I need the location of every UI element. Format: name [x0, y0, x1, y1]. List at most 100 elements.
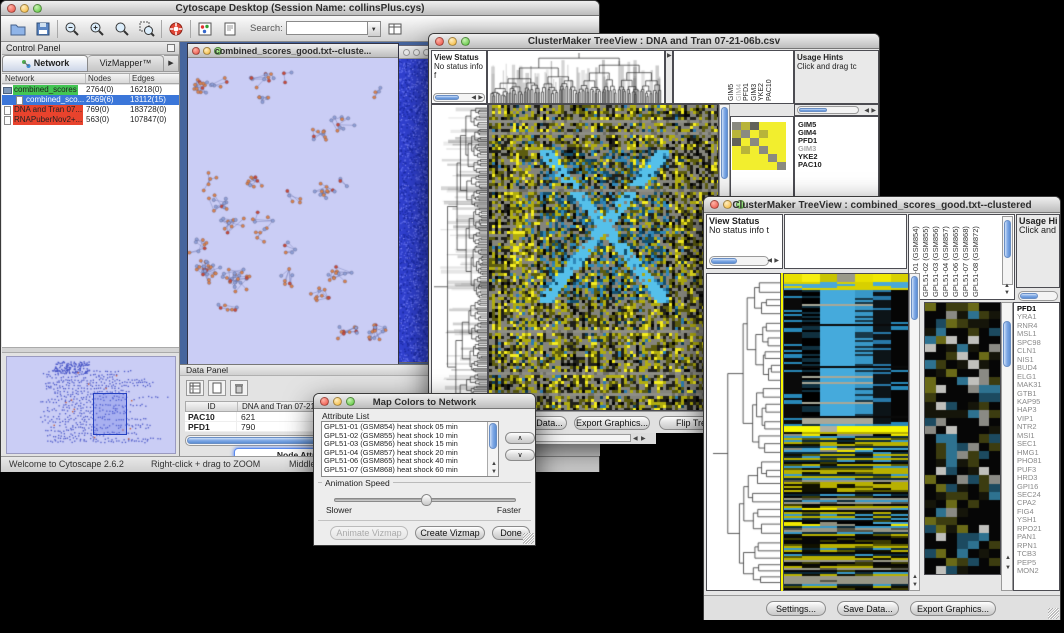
matrix-cell[interactable] — [759, 162, 768, 170]
search-input[interactable] — [286, 21, 368, 35]
network-list-item[interactable]: combined_sco...2569(6)13112(15) — [2, 95, 179, 105]
tv2-row-dendrogram[interactable] — [706, 273, 781, 591]
network-window-1[interactable]: combined_scores_good.txt--cluste... — [187, 43, 399, 365]
matrix-cell[interactable] — [750, 138, 759, 146]
matrix-cell[interactable] — [741, 122, 750, 130]
tv1-heatmap[interactable] — [488, 104, 719, 411]
tv2-vscrollbar[interactable]: ▲ ▼ — [909, 273, 920, 591]
matrix-cell[interactable] — [732, 130, 741, 138]
scroll-up-icon[interactable]: ▲ — [1004, 283, 1010, 289]
resize-grip[interactable] — [523, 533, 534, 544]
tv2-heatmap[interactable] — [783, 273, 909, 591]
tab-network[interactable]: Network — [2, 55, 88, 72]
scroll-left-icon[interactable]: ◀ — [864, 108, 869, 114]
delete-attribute-icon[interactable] — [230, 380, 248, 396]
panel-splitter[interactable] — [2, 347, 179, 353]
matrix-cell[interactable] — [750, 130, 759, 138]
matrix-cell[interactable] — [732, 122, 741, 130]
id-column-header[interactable]: ID — [186, 402, 238, 411]
matrix-cell[interactable] — [768, 162, 777, 170]
scroll-right-icon[interactable]: ▶ — [871, 108, 876, 114]
strip-arrow-icon[interactable]: ▶ — [667, 53, 672, 59]
matrix-cell[interactable] — [750, 162, 759, 170]
matrix-cell[interactable] — [750, 146, 759, 154]
vscroll-thumb[interactable] — [1004, 220, 1011, 258]
matrix-cell[interactable] — [777, 154, 786, 162]
move-down-button[interactable]: ∨ — [505, 449, 535, 461]
tv1-hints-scrollbar[interactable] — [797, 106, 859, 114]
scroll-right-icon[interactable]: ▶ — [774, 258, 779, 264]
zoom-fit-icon[interactable] — [111, 19, 133, 39]
tv1-summary-matrix[interactable] — [732, 122, 786, 170]
scroll-down-icon[interactable]: ▼ — [1004, 290, 1010, 296]
vscroll-thumb[interactable] — [489, 423, 497, 449]
treeview2-titlebar[interactable]: ClusterMaker TreeView : combined_scores_… — [704, 197, 1060, 213]
hscroll-thumb[interactable] — [711, 258, 737, 264]
tv1-column-dendrogram[interactable] — [487, 50, 665, 104]
close-icon[interactable] — [403, 49, 410, 56]
hscroll-thumb[interactable] — [435, 95, 459, 100]
matrix-cell[interactable] — [768, 146, 777, 154]
matrix-cell[interactable] — [777, 122, 786, 130]
zoom-out-icon[interactable] — [61, 19, 83, 39]
tv2-heatmap-canvas[interactable] — [784, 274, 908, 590]
matrix-cell[interactable] — [741, 146, 750, 154]
create-vizmap-button[interactable]: Create Vizmap — [415, 526, 485, 540]
resize-grip[interactable] — [1048, 608, 1059, 619]
scroll-left-icon[interactable]: ◀ — [471, 95, 476, 101]
matrix-cell[interactable] — [732, 162, 741, 170]
tv2-status-scrollbar[interactable] — [709, 256, 769, 266]
vscroll-thumb[interactable] — [721, 107, 728, 179]
tv2-row-tree-canvas[interactable] — [707, 274, 780, 590]
tab-overflow-icon[interactable]: ▶ — [164, 55, 179, 72]
matrix-cell[interactable] — [768, 138, 777, 146]
move-up-button[interactable]: ∧ — [505, 432, 535, 444]
hscroll-thumb[interactable] — [799, 108, 827, 112]
tv1-row-dendrogram[interactable] — [431, 104, 488, 411]
vscroll-thumb[interactable] — [1003, 321, 1011, 367]
tv2-export-graphics-button[interactable]: Export Graphics... — [910, 601, 996, 616]
matrix-cell[interactable] — [759, 146, 768, 154]
hscroll-thumb[interactable] — [1020, 293, 1038, 299]
annotation-icon[interactable] — [219, 19, 241, 39]
scroll-left-icon[interactable]: ◀ — [767, 258, 772, 264]
network-window-1-titlebar[interactable]: combined_scores_good.txt--cluste... — [188, 44, 398, 58]
scroll-down-icon[interactable]: ▼ — [1005, 565, 1011, 571]
matrix-cell[interactable] — [759, 122, 768, 130]
matrix-cell[interactable] — [777, 138, 786, 146]
matrix-cell[interactable] — [741, 130, 750, 138]
scroll-up-icon[interactable]: ▲ — [912, 574, 918, 580]
matrix-cell[interactable] — [777, 162, 786, 170]
tv2-save-data-button[interactable]: Save Data... — [837, 601, 899, 616]
tv1-export-graphics-button[interactable]: Export Graphics... — [574, 416, 650, 430]
matrix-cell[interactable] — [750, 122, 759, 130]
tab-vizmapper[interactable]: VizMapper™ — [88, 55, 164, 72]
slider-thumb[interactable] — [421, 494, 432, 506]
network-list-item[interactable]: DNA and Tran 07...769(0)183728(0) — [2, 105, 179, 115]
animate-vizmap-button[interactable]: Animate Vizmap — [330, 526, 408, 540]
save-session-icon[interactable] — [32, 19, 54, 39]
tv1-heatmap-canvas[interactable] — [489, 105, 718, 410]
tv2-gene-scrollbar[interactable]: ▲ ▼ — [1001, 302, 1013, 591]
network-overview-canvas[interactable] — [7, 357, 175, 453]
network-overview-panel[interactable] — [6, 356, 176, 454]
scroll-left-icon[interactable]: ◀ — [633, 436, 638, 442]
column-header-edges[interactable]: Edges — [130, 74, 179, 83]
matrix-cell[interactable] — [741, 162, 750, 170]
overview-viewport-rect[interactable] — [93, 393, 127, 435]
attribute-item[interactable]: GPL51-07 (GSM868) heat shock 60 min — [324, 466, 498, 475]
help-ring-icon[interactable] — [165, 19, 187, 39]
scroll-down-icon[interactable]: ▼ — [491, 469, 497, 475]
select-attributes-icon[interactable] — [186, 380, 204, 396]
tv1-column-tree-canvas[interactable] — [488, 51, 664, 103]
float-panel-icon[interactable] — [167, 44, 175, 52]
tv2-zoom-heatmap[interactable] — [924, 302, 1001, 575]
search-combobox[interactable]: ▼ — [286, 21, 381, 37]
attribute-browser-icon[interactable] — [384, 19, 406, 39]
scroll-right-icon[interactable]: ▶ — [478, 95, 483, 101]
network-canvas[interactable] — [188, 58, 398, 364]
zoom-selected-icon[interactable] — [136, 19, 158, 39]
vscroll-thumb[interactable] — [911, 276, 918, 320]
matrix-cell[interactable] — [741, 154, 750, 162]
matrix-cell[interactable] — [759, 130, 768, 138]
